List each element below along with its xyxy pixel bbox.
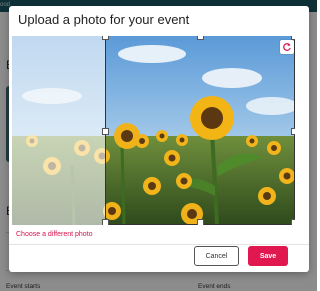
upload-photo-modal: Upload a photo for your event Choose a d… xyxy=(9,6,309,272)
crop-frame[interactable] xyxy=(105,36,295,225)
modal-footer-divider xyxy=(9,244,309,245)
crop-handle-bottom-left[interactable] xyxy=(102,219,109,225)
modal-title: Upload a photo for your event xyxy=(18,12,190,27)
cancel-button[interactable]: Cancel xyxy=(194,246,239,266)
rotate-button[interactable] xyxy=(280,40,294,54)
save-button[interactable]: Save xyxy=(248,246,288,266)
rotate-icon xyxy=(283,43,291,51)
crop-handle-right[interactable] xyxy=(291,128,295,135)
crop-handle-top[interactable] xyxy=(197,36,204,40)
crop-handle-left[interactable] xyxy=(102,128,109,135)
crop-handle-top-left[interactable] xyxy=(102,36,109,40)
crop-handle-bottom-right[interactable] xyxy=(291,219,295,225)
choose-different-photo-link[interactable]: Choose a different photo xyxy=(16,231,93,238)
crop-handle-bottom[interactable] xyxy=(197,219,204,225)
crop-outside-mask xyxy=(12,36,105,225)
image-crop-area[interactable] xyxy=(12,36,295,225)
